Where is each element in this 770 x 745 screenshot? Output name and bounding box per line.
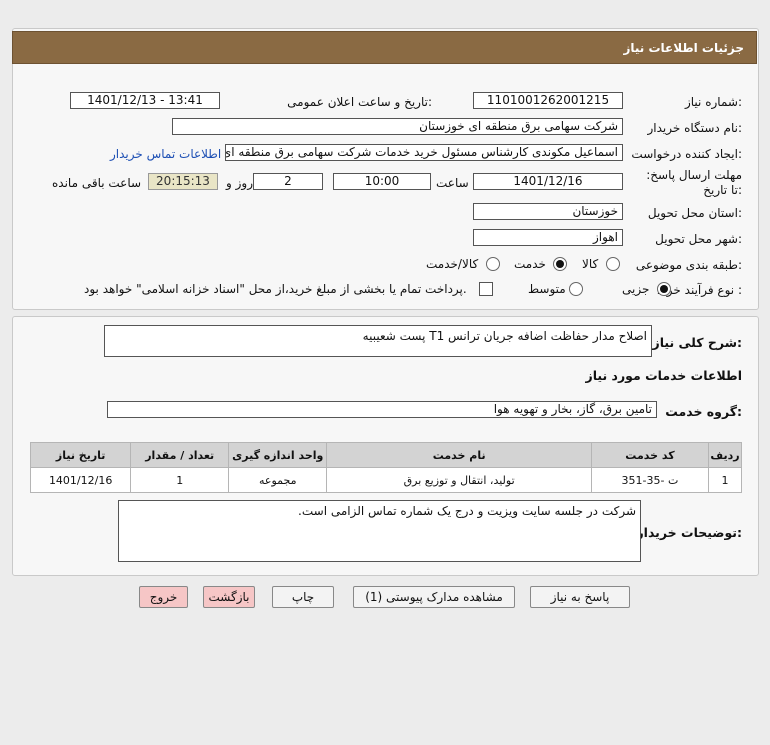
col-service-code: کد خدمت xyxy=(590,442,710,468)
exit-button[interactable]: خروج xyxy=(139,586,188,608)
province-field: خوزستان xyxy=(473,203,623,220)
deadline-time-field: 10:00 xyxy=(333,173,431,190)
deadline-label: مهلت ارسال پاسخ: تا تاریخ: xyxy=(646,168,742,197)
buyer-notes-field: شرکت در جلسه سایت ویزیت و درج یک شماره ت… xyxy=(118,500,641,562)
cell-unit: مجموعه xyxy=(228,467,328,493)
buyer-notes-label: توضیحات خریدار: xyxy=(636,525,742,540)
buyer-field: شرکت سهامی برق منطقه ای خوزستان xyxy=(172,118,623,135)
page-header: جزئیات اطلاعات نیاز xyxy=(12,31,757,64)
buyer-label: نام دستگاه خریدار: xyxy=(647,121,743,135)
city-field: اهواز xyxy=(473,229,623,246)
table-row: 1 ت -35-351 تولید، انتقال و توزیع برق مج… xyxy=(29,467,742,493)
category-option-goods-service: کالا/خدمت xyxy=(426,257,479,271)
print-button[interactable]: چاپ xyxy=(272,586,334,608)
back-button[interactable]: بازگشت xyxy=(203,586,255,608)
col-quantity: تعداد / مقدار xyxy=(130,442,230,468)
table-header-row: ردیف کد خدمت نام خدمت واحد اندازه گیری ت… xyxy=(29,442,742,468)
page-title: جزئیات اطلاعات نیاز xyxy=(623,41,744,55)
attachments-button[interactable]: مشاهده مدارک پیوستی (1) xyxy=(353,586,515,608)
buyer-contact-link[interactable]: اطلاعات تماس خریدار xyxy=(110,147,221,161)
remaining-label: ساعت باقی مانده xyxy=(52,176,142,190)
announce-field: 1401/12/13 - 13:41 xyxy=(70,92,220,109)
services-heading: اطلاعات خدمات مورد نیاز xyxy=(585,368,743,383)
services-table: ردیف کد خدمت نام خدمت واحد اندازه گیری ت… xyxy=(29,442,742,493)
days-label: روز و xyxy=(226,176,253,190)
col-row-number: ردیف xyxy=(708,442,742,468)
remaining-timer: 20:15:13 xyxy=(148,173,218,190)
process-radio-medium[interactable] xyxy=(569,282,583,296)
need-number-field: 1101001262001215 xyxy=(473,92,623,109)
days-field: 2 xyxy=(253,173,323,190)
treasury-payment-checkbox[interactable] xyxy=(479,282,493,296)
cell-need-date: 1401/12/16 xyxy=(29,467,132,493)
creator-field: اسماعیل مکوندی کارشناس مسئول خرید خدمات … xyxy=(225,144,623,161)
cell-service-name: تولید، انتقال و توزیع برق xyxy=(326,467,592,493)
process-option-medium: متوسط xyxy=(528,282,566,296)
col-need-date: تاریخ نیاز xyxy=(29,442,132,468)
process-option-minor: جزیی xyxy=(622,282,650,296)
category-radio-goods[interactable] xyxy=(606,257,620,271)
announce-label: تاریخ و ساعت اعلان عمومی: xyxy=(287,95,432,109)
deadline-date-field: 1401/12/16 xyxy=(473,173,623,190)
cell-quantity: 1 xyxy=(130,467,230,493)
cell-service-code: ت -35-351 xyxy=(590,467,710,493)
category-option-service: خدمت xyxy=(514,257,546,271)
service-group-label: گروه خدمت: xyxy=(665,404,742,419)
cell-row-number: 1 xyxy=(708,467,742,493)
category-option-goods: کالا xyxy=(582,257,599,271)
reply-button[interactable]: پاسخ به نیاز xyxy=(530,586,630,608)
category-radio-service[interactable] xyxy=(553,257,567,271)
col-service-name: نام خدمت xyxy=(326,442,592,468)
service-group-field: تامین برق، گاز، بخار و تهویه هوا xyxy=(107,401,657,418)
summary-label: شرح کلی نیاز: xyxy=(652,335,743,350)
summary-field: اصلاح مدار حفاظت اضافه جریان ترانس T1 پس… xyxy=(104,325,652,357)
deadline-time-label: ساعت xyxy=(436,176,469,190)
province-label: استان محل تحویل: xyxy=(647,206,742,220)
treasury-payment-note: پرداخت تمام یا بخشی از مبلغ خرید،از محل … xyxy=(84,282,467,296)
creator-label: ایجاد کننده درخواست: xyxy=(631,147,742,161)
col-unit: واحد اندازه گیری xyxy=(228,442,328,468)
need-number-label: شماره نیاز: xyxy=(684,95,742,109)
city-label: شهر محل تحویل: xyxy=(655,232,742,246)
category-label: طبقه بندی موضوعی: xyxy=(635,258,742,272)
category-radio-goods-service[interactable] xyxy=(486,257,500,271)
process-radio-minor[interactable] xyxy=(657,282,671,296)
